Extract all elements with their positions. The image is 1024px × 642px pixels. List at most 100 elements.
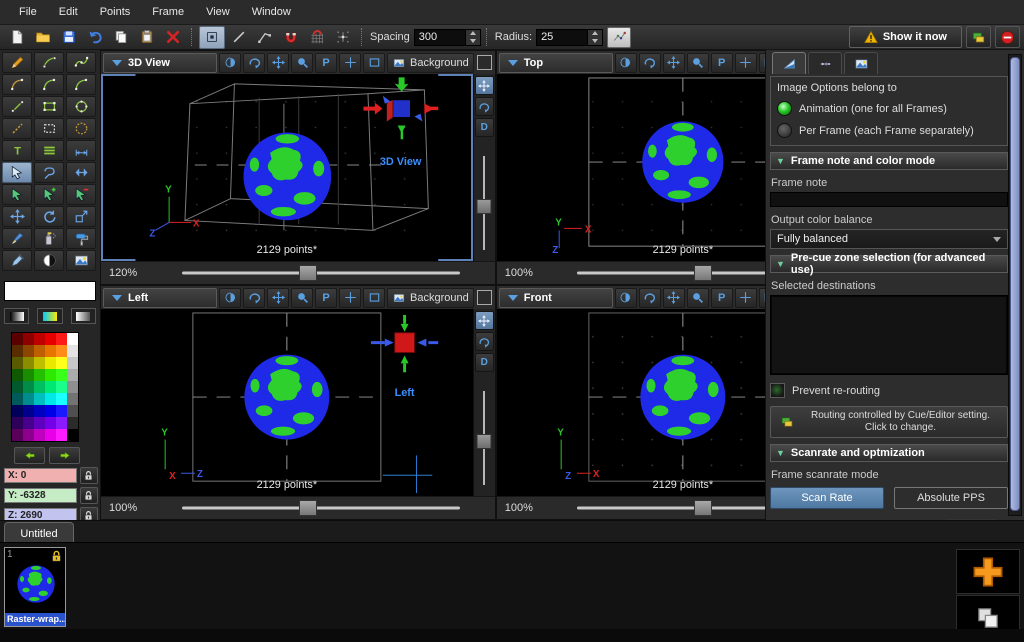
add-points-tool[interactable] — [34, 184, 64, 205]
curve-tool[interactable] — [34, 52, 64, 73]
palette-color[interactable] — [12, 417, 23, 429]
lock-x-button[interactable] — [80, 467, 98, 484]
menu-file[interactable]: File — [8, 2, 48, 22]
arc-point-tool[interactable] — [34, 74, 64, 95]
palette-color[interactable] — [56, 393, 67, 405]
background-button[interactable]: Background — [387, 288, 474, 308]
select-points-tool[interactable] — [2, 184, 32, 205]
magnet-grid-tool-button[interactable] — [305, 27, 329, 48]
rotate-tool[interactable] — [34, 206, 64, 227]
radio-animation-row[interactable]: Animation (one for all Frames) — [777, 101, 1001, 116]
depth-slider-handle[interactable] — [477, 199, 492, 214]
palette-color[interactable] — [45, 405, 56, 417]
color-gradient-button[interactable] — [37, 308, 62, 324]
render-mode-button[interactable] — [615, 288, 637, 308]
viewport-left-canvas[interactable]: Left Y X Z 2129 points* — [101, 309, 473, 496]
orbit-button[interactable] — [639, 288, 661, 308]
radio-selected-icon[interactable] — [777, 101, 792, 116]
arc-tool[interactable] — [2, 74, 32, 95]
new-button[interactable] — [5, 27, 29, 48]
palette-color[interactable] — [23, 345, 34, 357]
rectangle-tool[interactable] — [34, 96, 64, 117]
frame-note-input[interactable] — [770, 192, 1008, 207]
zoom-button[interactable] — [291, 53, 313, 73]
ellipse-tool[interactable] — [66, 96, 96, 117]
palette-color[interactable] — [45, 345, 56, 357]
palette-color[interactable] — [45, 369, 56, 381]
eyedropper-tool[interactable] — [2, 250, 32, 271]
viewport-3d-canvas[interactable]: 3D View Y Z X 2129 points* — [101, 74, 473, 261]
crosshair-button[interactable] — [339, 288, 361, 308]
point-select-tool-button[interactable] — [199, 26, 225, 49]
viewport-3d-view-selector[interactable]: 3D View — [103, 53, 217, 73]
depth-slider-handle[interactable] — [477, 434, 492, 449]
strip-orbit-button[interactable] — [475, 97, 494, 116]
palette-color[interactable] — [45, 381, 56, 393]
pencil-tool[interactable] — [2, 52, 32, 73]
palette-color[interactable] — [67, 429, 78, 441]
crosshair-button[interactable] — [339, 53, 361, 73]
marquee-rect-tool[interactable] — [34, 118, 64, 139]
blackout-button[interactable] — [995, 26, 1020, 48]
palette-color[interactable] — [45, 417, 56, 429]
palette-color[interactable] — [34, 369, 45, 381]
bw-gradient-button[interactable] — [4, 308, 29, 324]
section-precue[interactable]: ▼ Pre-cue zone selection (for advanced u… — [770, 255, 1008, 273]
document-tab-untitled[interactable]: Untitled — [4, 522, 74, 544]
viewport-front-view-selector[interactable]: Front — [499, 288, 613, 308]
radio-per-frame-row[interactable]: Per Frame (each Frame separately) — [777, 123, 1001, 138]
projector-view-button[interactable]: P — [711, 53, 733, 73]
detach-viewport-button[interactable] — [477, 55, 492, 70]
zoom-slider-handle[interactable] — [299, 500, 317, 516]
palette-color[interactable] — [56, 417, 67, 429]
tab-draw-options[interactable] — [772, 52, 806, 74]
scan-rate-button[interactable]: Scan Rate — [770, 487, 884, 509]
dimension-tool[interactable] — [66, 140, 96, 161]
spacing-input[interactable] — [414, 29, 465, 46]
palette-color[interactable] — [12, 381, 23, 393]
strip-orbit-button[interactable] — [475, 332, 494, 351]
copy-button[interactable] — [109, 27, 133, 48]
prevent-rerouting-row[interactable]: Prevent re-routing — [770, 383, 1008, 398]
projector-view-button[interactable]: P — [711, 288, 733, 308]
zoom-button[interactable] — [687, 53, 709, 73]
menu-view[interactable]: View — [195, 2, 241, 22]
arc-tangent-tool[interactable] — [66, 74, 96, 95]
panel-scrollbar-thumb[interactable] — [1010, 57, 1020, 511]
projection-zones-button[interactable] — [966, 26, 991, 48]
palette-color[interactable] — [34, 345, 45, 357]
palette-color[interactable] — [56, 405, 67, 417]
zoom-slider[interactable] — [155, 497, 487, 519]
magnet-tool-button[interactable] — [279, 27, 303, 48]
palette-color[interactable] — [67, 405, 78, 417]
section-scanrate[interactable]: ▼ Scanrate and optmization — [770, 444, 1008, 462]
palette-color[interactable] — [67, 417, 78, 429]
frame-thumbnail-1[interactable]: 1 Raster-wrap.... — [4, 547, 66, 627]
palette-color[interactable] — [12, 345, 23, 357]
coord-x-field[interactable]: X: 0 — [4, 468, 77, 483]
paste-button[interactable] — [135, 27, 159, 48]
radius-up-button[interactable] — [588, 30, 602, 38]
viewport-left-view-selector[interactable]: Left — [103, 288, 217, 308]
radius-down-button[interactable] — [588, 37, 602, 45]
palette-color[interactable] — [34, 357, 45, 369]
palette-color[interactable] — [23, 429, 34, 441]
tab-point-options[interactable] — [808, 52, 842, 74]
strip-depth-button[interactable]: D — [475, 118, 494, 137]
depth-slider[interactable] — [474, 380, 495, 492]
show-it-now-button[interactable]: Show it now — [849, 26, 962, 48]
palette-color[interactable] — [23, 381, 34, 393]
palette-color[interactable] — [45, 333, 56, 345]
palette-color[interactable] — [23, 417, 34, 429]
select-tool[interactable] — [2, 162, 32, 183]
strip-pan-button[interactable] — [475, 76, 494, 95]
line-tool[interactable] — [2, 96, 32, 117]
scatter-profile-button[interactable] — [607, 27, 631, 48]
projector-view-button[interactable]: P — [315, 288, 337, 308]
frame-bounds-button[interactable] — [363, 53, 385, 73]
marquee-ellipse-tool[interactable] — [66, 118, 96, 139]
palette-color[interactable] — [34, 393, 45, 405]
render-mode-button[interactable] — [219, 288, 241, 308]
palette-color[interactable] — [23, 357, 34, 369]
save-button[interactable] — [57, 27, 81, 48]
